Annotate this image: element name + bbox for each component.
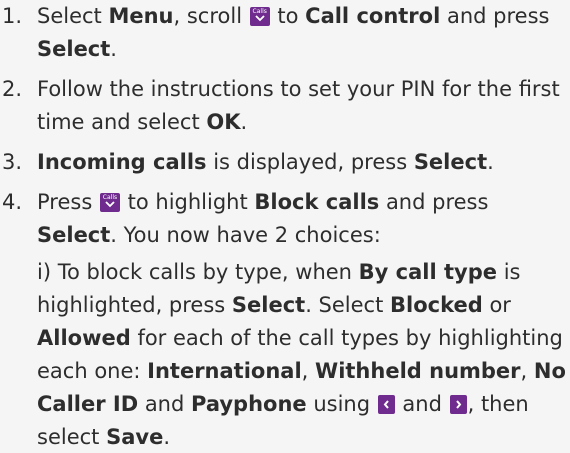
step-key-term: Blocked <box>390 293 483 317</box>
step-text: , <box>301 359 316 383</box>
step-number: 3. <box>2 150 23 174</box>
step-text: is displayed, press <box>206 150 414 174</box>
step-text: to highlight <box>120 190 255 214</box>
step-key-term: Block calls <box>254 190 380 214</box>
step-text: . Select <box>305 293 391 317</box>
step-key-term: Allowed <box>37 326 131 350</box>
steps-list: 1. Select Menu, scroll Calls to Call con… <box>0 0 570 453</box>
step-text: and <box>138 392 191 416</box>
calls-key-label: Calls <box>252 8 267 15</box>
step-key-term: Incoming calls <box>37 150 207 174</box>
calls-key-label: Calls <box>102 194 118 201</box>
step-key-term: OK <box>206 110 241 134</box>
step-key-term: Withheld number <box>315 359 521 383</box>
nav-left-icon <box>377 395 395 414</box>
step-key-term: Select <box>37 223 111 247</box>
step-key-term: Select <box>413 150 488 174</box>
step-number: 2. <box>2 77 23 101</box>
step-text: Press <box>37 190 99 214</box>
step-1: 1. Select Menu, scroll Calls to Call con… <box>0 0 570 66</box>
step-text: i) To block calls by type, when <box>37 260 359 284</box>
step-key-term: Menu <box>108 4 174 28</box>
step-key-term: By call type <box>358 260 498 284</box>
step-3: 3. Incoming calls is displayed, press Se… <box>0 146 570 179</box>
step-4-option-i: i) To block calls by type, when By call … <box>37 256 570 453</box>
step-key-term: Select <box>37 37 111 61</box>
step-4: 4. Press Calls to highlight Block calls … <box>0 186 570 453</box>
step-text: and press <box>379 190 489 214</box>
instruction-page: 1. Select Menu, scroll Calls to Call con… <box>0 0 570 453</box>
step-number: 1. <box>2 4 23 28</box>
step-key-term: Payphone <box>191 392 307 416</box>
step-text: using <box>306 392 377 416</box>
step-key-term: Call control <box>305 4 441 28</box>
step-text: . <box>487 150 494 174</box>
step-text: and press <box>440 4 550 28</box>
step-text: . <box>163 425 170 449</box>
step-text: Select <box>37 4 109 28</box>
calls-scroll-down-icon: Calls <box>249 7 270 26</box>
step-text: , <box>520 359 534 383</box>
step-text: . <box>240 110 248 134</box>
step-text: to <box>270 4 306 28</box>
step-key-term: International <box>147 359 302 383</box>
step-key-term: Save <box>106 425 164 449</box>
step-text: . <box>110 37 117 61</box>
calls-scroll-down-icon: Calls <box>99 193 120 212</box>
step-text: . You now have 2 choices: <box>110 223 381 247</box>
step-2: 2. Follow the instructions to set your P… <box>0 73 570 139</box>
step-text: or <box>482 293 511 317</box>
step-text: Follow the instructions to set your PIN … <box>37 77 560 134</box>
nav-right-icon <box>449 395 467 414</box>
step-text: and <box>395 392 449 416</box>
step-key-term: Select <box>231 293 306 317</box>
step-text: , scroll <box>173 4 249 28</box>
step-number: 4. <box>2 190 23 214</box>
